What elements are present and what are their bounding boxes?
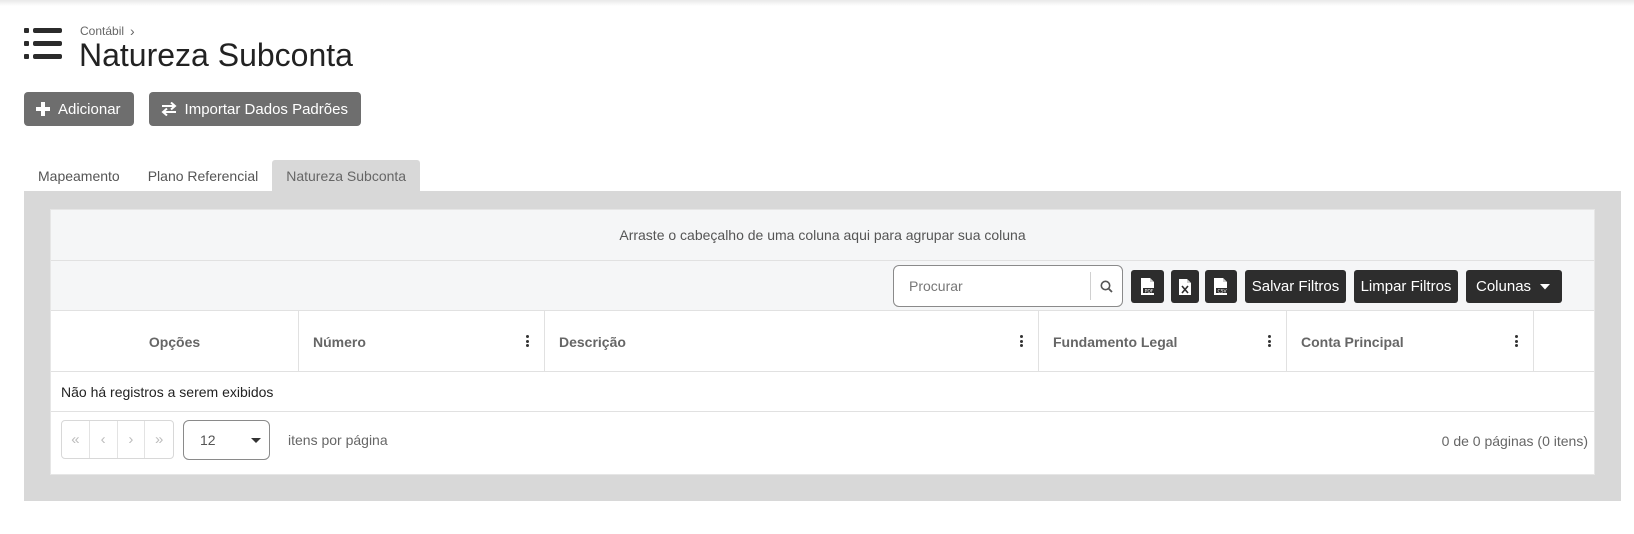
column-header-conta-principal[interactable]: Conta Principal	[1287, 311, 1534, 372]
group-panel[interactable]: Arraste o cabeçalho de uma coluna aqui p…	[51, 210, 1594, 261]
caret-down-icon	[1540, 284, 1550, 290]
action-bar: Adicionar Importar Dados Padrões	[24, 92, 361, 126]
pager: « ‹ › » 12 itens por página 0 de 0 págin…	[51, 412, 1594, 476]
save-filters-button[interactable]: Salvar Filtros	[1245, 270, 1346, 303]
column-menu-icon[interactable]	[1263, 333, 1275, 349]
svg-text:CSV: CSV	[1217, 288, 1227, 294]
per-page-label: itens por página	[288, 432, 388, 448]
columns-dropdown-label: Colunas	[1476, 278, 1532, 295]
pdf-file-icon: PDF	[1140, 278, 1155, 295]
import-defaults-button[interactable]: Importar Dados Padrões	[148, 92, 361, 126]
column-header-label: Fundamento Legal	[1053, 333, 1178, 350]
list-icon	[24, 28, 62, 59]
column-header-numero[interactable]: Número	[299, 311, 545, 372]
columns-dropdown[interactable]: Colunas	[1466, 270, 1562, 303]
pager-nav: « ‹ › »	[61, 420, 174, 459]
column-header-label: Conta Principal	[1301, 333, 1404, 350]
export-excel-button[interactable]	[1171, 270, 1199, 303]
data-grid: Arraste o cabeçalho de uma coluna aqui p…	[50, 209, 1595, 475]
svg-text:PDF: PDF	[1144, 288, 1153, 294]
search-input[interactable]	[894, 266, 1090, 306]
clear-filters-button[interactable]: Limpar Filtros	[1354, 270, 1458, 303]
breadcrumb: Contábil ›	[80, 24, 135, 38]
table-header: Opções Número Descrição Fundamento Legal…	[51, 311, 1594, 372]
import-defaults-label: Importar Dados Padrões	[184, 100, 348, 118]
column-header-label: Descrição	[559, 333, 626, 350]
column-header-opcoes[interactable]: Opções	[51, 311, 299, 372]
plus-icon	[36, 102, 50, 116]
search-button[interactable]	[1091, 266, 1122, 306]
group-hint: Arraste o cabeçalho de uma coluna aqui p…	[619, 227, 1026, 243]
tab-panel: Arraste o cabeçalho de uma coluna aqui p…	[24, 191, 1621, 501]
page-info: 0 de 0 páginas (0 itens)	[1441, 433, 1588, 449]
column-header-fundamento-legal[interactable]: Fundamento Legal	[1039, 311, 1287, 372]
column-header-descricao[interactable]: Descrição	[545, 311, 1039, 372]
column-menu-icon[interactable]	[1510, 333, 1522, 349]
previous-page-icon[interactable]: ‹	[90, 421, 118, 458]
top-shadow	[0, 0, 1634, 6]
csv-file-icon: CSV	[1214, 278, 1228, 295]
column-header-label: Número	[313, 333, 366, 350]
page-header: Contábil › Natureza Subconta	[24, 24, 724, 74]
breadcrumb-parent[interactable]: Contábil	[80, 24, 124, 38]
exchange-icon	[161, 102, 177, 116]
grid-toolbar: PDF CSV Salvar Filtros Limpar F	[51, 261, 1594, 311]
column-menu-icon[interactable]	[1015, 333, 1027, 349]
empty-message: Não há registros a serem exibidos	[51, 372, 1594, 412]
first-page-icon[interactable]: «	[62, 421, 90, 458]
tab-natureza-subconta[interactable]: Natureza Subconta	[272, 160, 421, 192]
tab-mapeamento[interactable]: Mapeamento	[24, 160, 134, 192]
caret-down-icon	[251, 437, 261, 443]
export-csv-button[interactable]: CSV	[1205, 270, 1237, 303]
excel-file-icon	[1179, 278, 1191, 295]
tab-plano-referencial[interactable]: Plano Referencial	[134, 160, 273, 192]
page-title: Natureza Subconta	[79, 37, 353, 73]
column-header-label: Opções	[148, 333, 201, 350]
tab-strip: Mapeamento Plano Referencial Natureza Su…	[24, 160, 421, 192]
chevron-right-icon: ›	[130, 23, 135, 39]
add-button[interactable]: Adicionar	[24, 92, 134, 126]
last-page-icon[interactable]: »	[145, 421, 173, 458]
export-pdf-button[interactable]: PDF	[1131, 270, 1164, 303]
page-size-value: 12	[200, 432, 216, 448]
search-icon	[1100, 280, 1113, 293]
page-size-select[interactable]: 12	[183, 420, 270, 460]
next-page-icon[interactable]: ›	[118, 421, 146, 458]
search-box	[893, 265, 1123, 307]
add-button-label: Adicionar	[58, 100, 121, 118]
column-menu-icon[interactable]	[521, 333, 533, 349]
